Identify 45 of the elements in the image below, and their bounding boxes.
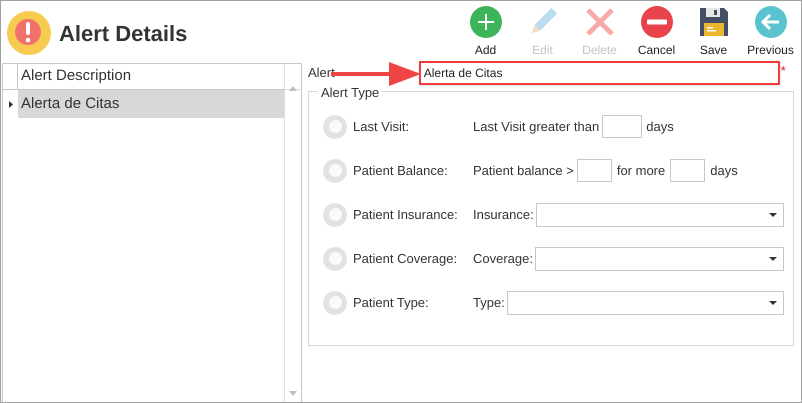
field-label: Insurance: bbox=[473, 206, 534, 224]
option-label[interactable]: Patient Type: bbox=[353, 292, 473, 312]
cancel-button[interactable]: Cancel bbox=[628, 6, 685, 59]
table-row[interactable]: Alerta de Citas bbox=[18, 90, 284, 118]
add-button[interactable]: Add bbox=[457, 6, 514, 59]
number-field[interactable] bbox=[670, 159, 706, 182]
save-button[interactable]: Save bbox=[685, 6, 742, 59]
field-label: days bbox=[710, 162, 738, 180]
radio-button[interactable] bbox=[323, 158, 347, 182]
radio-button[interactable] bbox=[323, 114, 347, 138]
plus-icon bbox=[470, 6, 502, 38]
radio-button[interactable] bbox=[323, 202, 347, 226]
option-label[interactable]: Patient Balance: bbox=[353, 160, 473, 180]
field-label: days bbox=[646, 118, 674, 136]
dropdown[interactable] bbox=[534, 246, 784, 270]
field-label: Coverage: bbox=[473, 250, 533, 268]
option-label[interactable]: Last Visit: bbox=[353, 116, 473, 136]
number-field[interactable] bbox=[602, 115, 642, 138]
minus-icon bbox=[640, 6, 672, 38]
dropdown[interactable] bbox=[506, 290, 784, 314]
description-field[interactable]: Alerta de Citas bbox=[418, 61, 780, 85]
column-header[interactable]: Alert Description bbox=[18, 64, 284, 89]
dropdown-caret-icon bbox=[769, 212, 777, 216]
row-indicator-icon bbox=[8, 100, 12, 108]
alert-icon bbox=[7, 11, 51, 55]
option-label[interactable]: Patient Insurance: bbox=[353, 204, 473, 224]
dropdown-caret-icon bbox=[769, 300, 777, 304]
previous-button[interactable]: Previous bbox=[742, 6, 799, 59]
dropdown[interactable] bbox=[536, 202, 784, 226]
field-label: Type: bbox=[473, 294, 505, 312]
field-label: Last Visit greater than bbox=[473, 118, 600, 136]
radio-button[interactable] bbox=[323, 246, 347, 270]
scrollbar[interactable] bbox=[284, 64, 301, 402]
scroll-up-icon[interactable] bbox=[289, 86, 297, 91]
x-icon bbox=[584, 6, 616, 38]
dropdown-caret-icon bbox=[769, 256, 777, 260]
radio-button[interactable] bbox=[323, 290, 347, 314]
window-title: Alert Details bbox=[59, 20, 188, 48]
table-cell-text: Alerta de Citas bbox=[20, 94, 120, 114]
option-label[interactable]: Patient Coverage: bbox=[353, 248, 473, 268]
number-field[interactable] bbox=[576, 159, 612, 182]
scroll-down-icon[interactable] bbox=[289, 391, 297, 396]
required-mark: * bbox=[780, 62, 786, 80]
field-label: for more bbox=[616, 162, 666, 180]
field-label: Patient balance > bbox=[473, 162, 574, 180]
